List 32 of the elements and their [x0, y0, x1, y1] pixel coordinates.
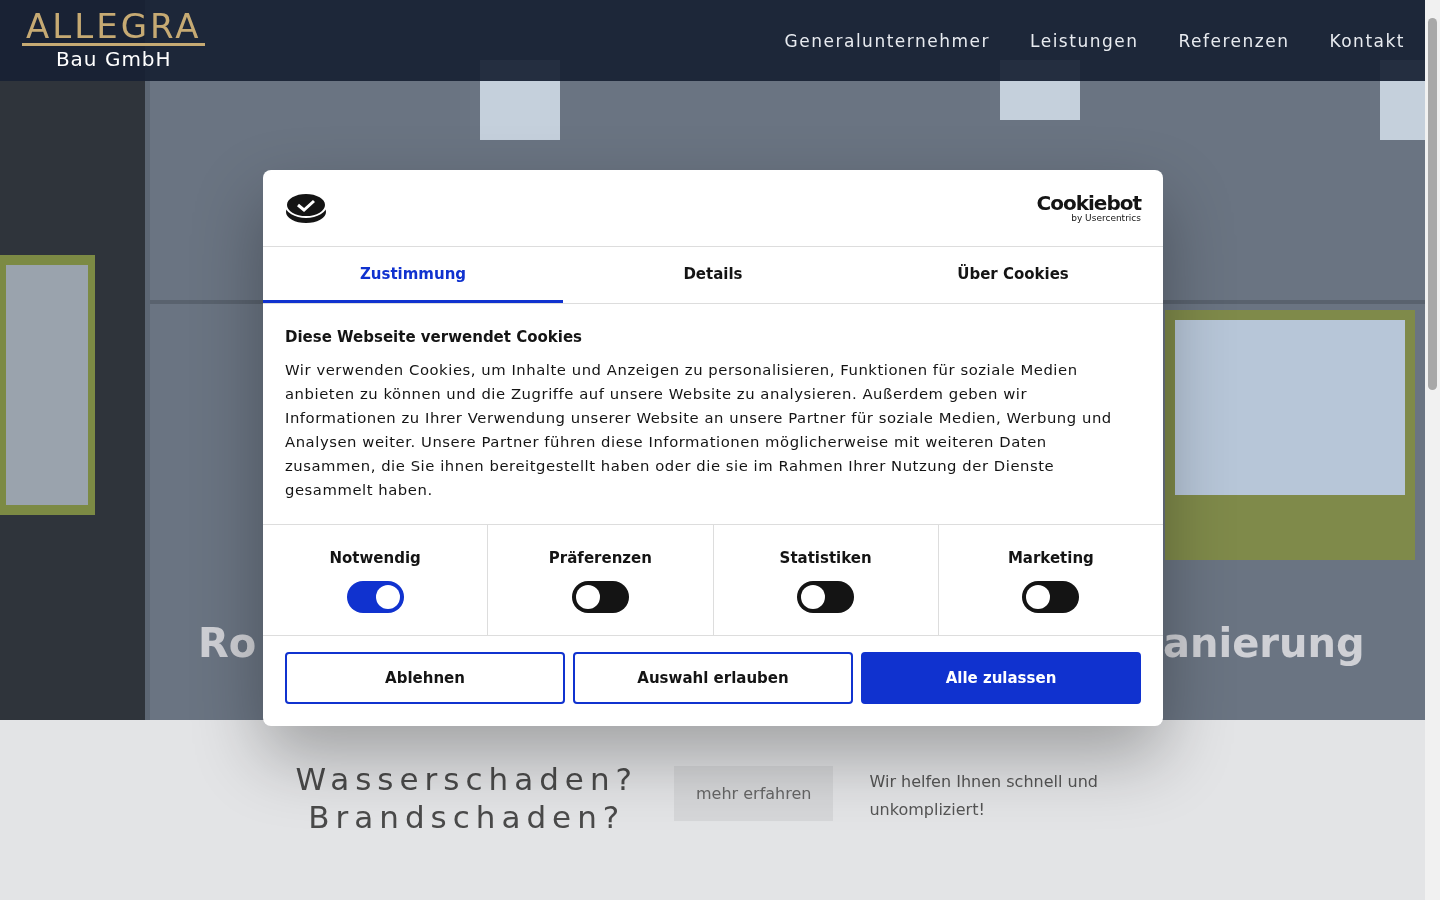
logo-wordmark[interactable]: ALLEGRA — [22, 9, 206, 46]
teaser-heading-line: Brandschaden? — [308, 798, 626, 836]
category-label: Marketing — [1007, 549, 1094, 567]
teaser-text: Wir helfen Ihnen schnell und unkompliziert! — [869, 771, 1099, 821]
brand-logo: Cookiebot — [1036, 192, 1141, 213]
dialog-heading: Diese Webseite verwendet Cookies — [285, 328, 584, 346]
hero-heading-fragment: anierung — [1163, 620, 1365, 666]
dialog-tab[interactable]: Zustimmung — [263, 247, 563, 303]
category-label: Präferenzen — [548, 549, 652, 567]
toggle-switch[interactable] — [1022, 581, 1080, 613]
logo-subtitle[interactable]: Bau GmbH — [55, 46, 172, 72]
consent-button[interactable]: Ablehnen — [285, 652, 565, 704]
dialog-text: Wir verwenden Cookies, um Inhalte und Anzeigen zu personalisieren, Funktionen für soziale Medien anbieten zu können und die Zugriffe auf unsere Website zu analysieren. Außerdem geben wir Informationen zu Ihrer Verwendung unserer Website an unsere Partner für soziale Medien, Werbung und Analysen weiter. Unsere Partner führen diese Informationen möglicherweise mit weiteren Daten zusammen, die Sie ihnen bereitgestellt haben oder die sie im Rahmen Ihrer Nutzung der Dienste gesammelt haben. — [285, 360, 1113, 500]
category-label: Statistiken — [779, 549, 872, 567]
cookie-check-icon — [285, 192, 327, 224]
category-label: Notwendig — [329, 549, 421, 567]
more-button[interactable]: mehr erfahren — [674, 766, 834, 821]
dialog-tab[interactable]: Über Cookies — [863, 247, 1163, 303]
nav-link[interactable]: Kontakt — [1329, 30, 1405, 51]
teaser-heading-line: Wasserschaden? — [295, 760, 638, 798]
brand-subtitle: by Usercentrics — [1071, 212, 1141, 224]
toggle-switch[interactable] — [797, 581, 855, 613]
hero-heading-fragment: Ro — [198, 620, 257, 666]
toggle-switch[interactable] — [346, 581, 404, 613]
nav-link[interactable]: Referenzen — [1178, 30, 1290, 51]
scrollbar[interactable] — [1425, 0, 1440, 900]
consent-button[interactable]: Auswahl erlauben — [573, 652, 853, 704]
toggle-switch[interactable] — [571, 581, 629, 613]
dialog-tab[interactable]: Details — [563, 247, 863, 303]
nav-link[interactable]: Generalunternehmer — [784, 30, 990, 51]
consent-button[interactable]: Alle zulassen — [861, 652, 1141, 704]
nav-link[interactable]: Leistungen — [1030, 30, 1139, 51]
